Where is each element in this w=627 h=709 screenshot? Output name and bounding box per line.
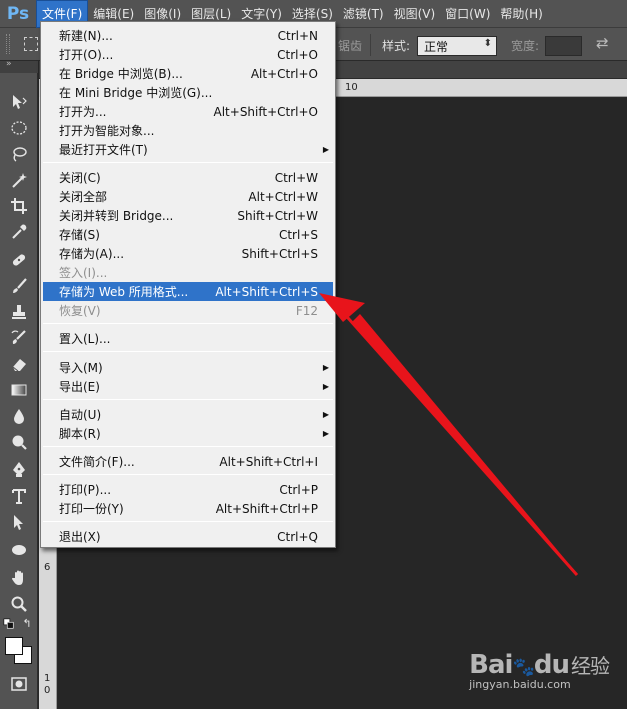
menu-item-close[interactable]: 关闭(C) Ctrl+W bbox=[43, 168, 333, 187]
submenu-arrow-icon: ▶ bbox=[322, 145, 329, 154]
menu-separator bbox=[43, 521, 333, 522]
menu-item-file-info[interactable]: 文件简介(F)... Alt+Shift+Ctrl+I bbox=[43, 452, 333, 471]
tools-panel: » ↰ bbox=[0, 59, 38, 709]
dodge-icon[interactable] bbox=[6, 431, 32, 453]
submenu-arrow-icon: ▶ bbox=[322, 382, 329, 391]
elliptical-marquee-icon[interactable] bbox=[6, 117, 32, 139]
magic-wand-icon[interactable] bbox=[6, 169, 32, 191]
menu-item-browse-mini-bridge[interactable]: 在 Mini Bridge 中浏览(G)... bbox=[43, 83, 333, 102]
menu-item-save[interactable]: 存储(S) Ctrl+S bbox=[43, 225, 333, 244]
swap-arrows-icon[interactable]: ⇄ bbox=[596, 34, 609, 52]
gradient-icon[interactable] bbox=[6, 379, 32, 401]
quick-mask-icon[interactable] bbox=[6, 673, 32, 695]
crop-icon[interactable] bbox=[6, 195, 32, 217]
watermark-url: jingyan.baidu.com bbox=[469, 678, 571, 691]
ellipse-shape-icon[interactable] bbox=[6, 539, 32, 561]
panel-grip[interactable] bbox=[6, 34, 10, 54]
submenu-arrow-icon: ▶ bbox=[322, 429, 329, 438]
ruler-tick-label: 1 bbox=[44, 673, 51, 684]
menu-item-revert: 恢复(V) F12 bbox=[59, 303, 318, 319]
baidu-logo: Bai🐾du 经验 bbox=[469, 650, 610, 680]
menu-window[interactable]: 窗口(W) bbox=[440, 0, 495, 28]
menu-item-save-for-web[interactable]: 存储为 Web 所用格式... Alt+Shift+Ctrl+S bbox=[43, 282, 333, 301]
move-tool-icon[interactable] bbox=[6, 91, 32, 113]
width-label: 宽度: bbox=[511, 39, 540, 53]
menu-separator bbox=[43, 323, 333, 324]
default-colors-icon[interactable] bbox=[2, 617, 16, 631]
marquee-preset-icon[interactable] bbox=[24, 37, 38, 51]
zoom-icon[interactable] bbox=[6, 593, 32, 615]
history-brush-icon[interactable] bbox=[6, 327, 32, 349]
menu-item-save-as[interactable]: 存储为(A)... Shift+Ctrl+S bbox=[43, 244, 333, 263]
paw-icon: 🐾 bbox=[512, 657, 534, 678]
lasso-icon[interactable] bbox=[6, 143, 32, 165]
baidu-jingyan-watermark: Bai🐾du 经验 jingyan.baidu.com bbox=[469, 650, 610, 691]
ruler-tick-label: 6 bbox=[44, 562, 51, 573]
menu-item-check-in: 签入(I)... bbox=[59, 266, 108, 280]
menu-item-open-smart-object[interactable]: 打开为智能对象... bbox=[43, 121, 333, 140]
menu-item-automate[interactable]: 自动(U) ▶ bbox=[43, 405, 333, 424]
menu-item-print[interactable]: 打印(P)... Ctrl+P bbox=[43, 480, 333, 499]
menu-help[interactable]: 帮助(H) bbox=[495, 0, 547, 28]
brush-icon[interactable] bbox=[6, 275, 32, 297]
ruler-tick-label: 0 bbox=[44, 685, 51, 696]
eraser-icon[interactable] bbox=[6, 353, 32, 375]
pen-icon[interactable] bbox=[6, 459, 32, 481]
ruler-tick-label: 10 bbox=[345, 82, 358, 93]
healing-brush-icon[interactable] bbox=[6, 249, 32, 271]
menu-item-scripts[interactable]: 脚本(R) ▶ bbox=[43, 424, 333, 443]
clone-stamp-icon[interactable] bbox=[6, 301, 32, 323]
tools-panel-header[interactable]: » bbox=[0, 59, 38, 73]
menu-item-new[interactable]: 新建(N)... Ctrl+N bbox=[43, 26, 333, 45]
menu-item-print-one-copy[interactable]: 打印一份(Y) Alt+Shift+Ctrl+P bbox=[43, 499, 333, 518]
menu-item-close-all[interactable]: 关闭全部 Alt+Ctrl+W bbox=[43, 187, 333, 206]
eyedropper-icon[interactable] bbox=[6, 221, 32, 243]
menu-item-place[interactable]: 置入(L)... bbox=[43, 329, 333, 348]
anti-alias-label: 锯齿 bbox=[338, 39, 363, 53]
menu-item-recent-files[interactable]: 最近打开文件(T) ▶ bbox=[43, 140, 333, 159]
menu-item-browse-bridge[interactable]: 在 Bridge 中浏览(B)... Alt+Ctrl+O bbox=[43, 64, 333, 83]
menu-item-exit[interactable]: 退出(X) Ctrl+Q bbox=[43, 527, 333, 546]
select-arrows-icon: ⬍ bbox=[483, 38, 492, 49]
file-menu-dropdown: 新建(N)... Ctrl+N 打开(O)... Ctrl+O 在 Bridge 中… bbox=[40, 21, 336, 548]
submenu-arrow-icon: ▶ bbox=[322, 363, 329, 372]
hand-icon[interactable] bbox=[6, 567, 32, 589]
menu-filter[interactable]: 滤镜(T) bbox=[338, 0, 389, 28]
menu-separator bbox=[43, 162, 333, 163]
options-divider bbox=[370, 34, 371, 56]
menu-separator bbox=[43, 399, 333, 400]
menu-separator bbox=[43, 474, 333, 475]
submenu-arrow-icon: ▶ bbox=[322, 410, 329, 419]
blur-drop-icon[interactable] bbox=[6, 405, 32, 427]
collapse-chevron-icon[interactable]: » bbox=[6, 59, 11, 69]
style-select[interactable]: 正常 ⬍ bbox=[417, 36, 497, 56]
swap-colors-icon[interactable]: ↰ bbox=[20, 616, 34, 630]
menu-separator bbox=[43, 446, 333, 447]
photoshop-logo: Ps bbox=[6, 3, 30, 24]
menu-item-open-as[interactable]: 打开为... Alt+Shift+Ctrl+O bbox=[43, 102, 333, 121]
menu-item-close-go-bridge[interactable]: 关闭并转到 Bridge... Shift+Ctrl+W bbox=[43, 206, 333, 225]
style-label: 样式: bbox=[382, 39, 411, 53]
menu-item-export[interactable]: 导出(E) ▶ bbox=[43, 377, 333, 396]
path-selection-icon[interactable] bbox=[6, 511, 32, 533]
width-input[interactable] bbox=[545, 36, 582, 56]
style-select-value: 正常 bbox=[424, 40, 449, 54]
menu-item-open[interactable]: 打开(O)... Ctrl+O bbox=[43, 45, 333, 64]
foreground-color-swatch[interactable] bbox=[5, 637, 23, 655]
menu-view[interactable]: 视图(V) bbox=[389, 0, 441, 28]
menu-separator bbox=[43, 351, 333, 352]
menu-item-import[interactable]: 导入(M) ▶ bbox=[43, 358, 333, 377]
type-tool-icon[interactable] bbox=[6, 485, 32, 507]
